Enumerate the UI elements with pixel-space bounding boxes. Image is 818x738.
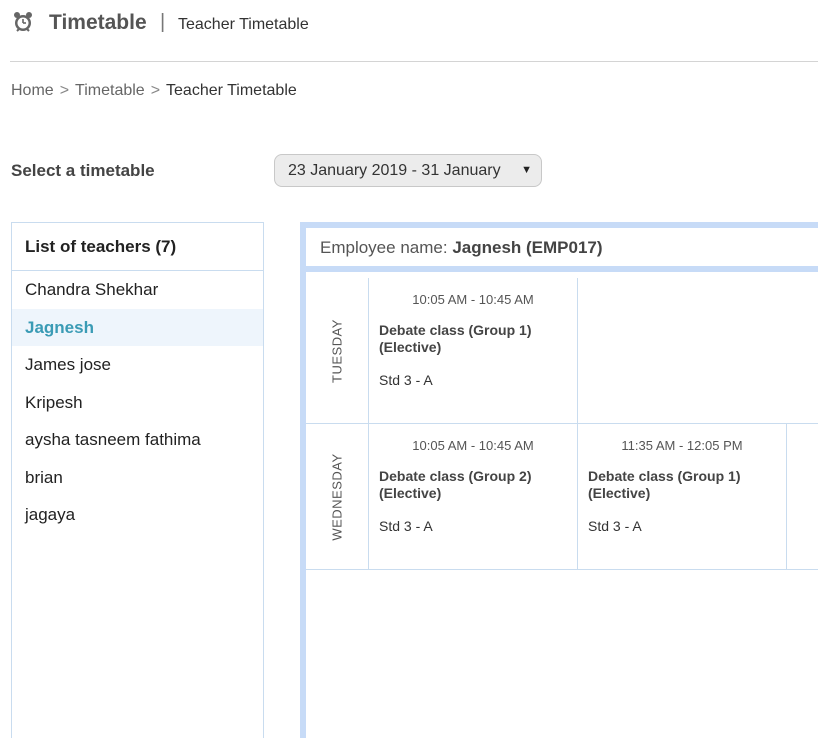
teacher-item-active[interactable]: Jagnesh [12,308,263,346]
day-label-cell: TUESDAY [306,278,369,423]
slot-time: 10:05 AM - 10:45 AM [412,438,534,453]
app-header: Timetable | Teacher Timetable [0,0,818,48]
header-divider [10,61,818,62]
title-separator: | [160,11,166,33]
slot-class: Std 3 - A [379,518,433,534]
timetable-select[interactable]: 23 January 2019 - 31 January ▼ [274,154,542,187]
alarm-clock-icon [14,12,32,32]
teacher-item[interactable]: James jose [12,346,263,384]
employee-label: Employee name: [320,238,448,257]
slot-time: 11:35 AM - 12:05 PM [621,438,743,453]
day-row-tuesday: TUESDAY 10:05 AM - 10:45 AM Debate class… [306,278,818,424]
slot-time: 10:05 AM - 10:45 AM [412,292,534,307]
select-timetable-label: Select a timetable [11,161,155,180]
breadcrumb-home[interactable]: Home [11,82,54,99]
slot-class: Std 3 - A [379,372,433,388]
day-label: WEDNESDAY [329,452,345,541]
slot-subject: Debate class (Group 1) (Elective) [379,322,532,355]
teacher-item[interactable]: Chandra Shekhar [12,271,263,309]
slot-class: Std 3 - A [588,518,642,534]
timetable-select-value: 23 January 2019 - 31 January [288,162,501,179]
teacher-item[interactable]: jagaya [12,496,263,534]
breadcrumb-current: Teacher Timetable [166,82,297,99]
slot-subject: Debate class (Group 1) (Elective) [588,468,741,501]
employee-name: Jagnesh (EMP017) [452,238,603,257]
breadcrumb-separator: > [150,82,161,99]
day-row-wednesday: WEDNESDAY 10:05 AM - 10:45 AM Debate cla… [306,424,818,570]
teacher-item[interactable]: Kripesh [12,384,263,422]
day-label-cell: WEDNESDAY [306,424,369,569]
breadcrumb-separator: > [59,82,70,99]
teacher-item[interactable]: brian [12,459,263,497]
breadcrumb-timetable[interactable]: Timetable [75,82,145,99]
timetable-slot[interactable]: 10:05 AM - 10:45 AM Debate class (Group … [369,424,578,569]
breadcrumb: Home > Timetable > Teacher Timetable [11,82,297,100]
teacher-list-panel: List of teachers (7) Chandra Shekhar Jag… [11,222,264,738]
teacher-list-title: List of teachers (7) [12,223,263,271]
employee-header: Employee name: Jagnesh (EMP017) [306,228,818,272]
timetable-slot[interactable]: 10:05 AM - 10:45 AM Debate class (Group … [369,278,578,423]
slot-subject: Debate class (Group 2) (Elective) [379,468,532,501]
teacher-item[interactable]: aysha tasneem fathima [12,421,263,459]
day-label: TUESDAY [329,318,345,383]
page-subtitle: Teacher Timetable [178,16,309,33]
caret-down-icon: ▼ [521,164,532,176]
timetable-slot[interactable]: 11:35 AM - 12:05 PM Debate class (Group … [578,424,787,569]
timetable-panel: Employee name: Jagnesh (EMP017) TUESDAY … [300,222,818,738]
app-title: Timetable [49,11,147,34]
